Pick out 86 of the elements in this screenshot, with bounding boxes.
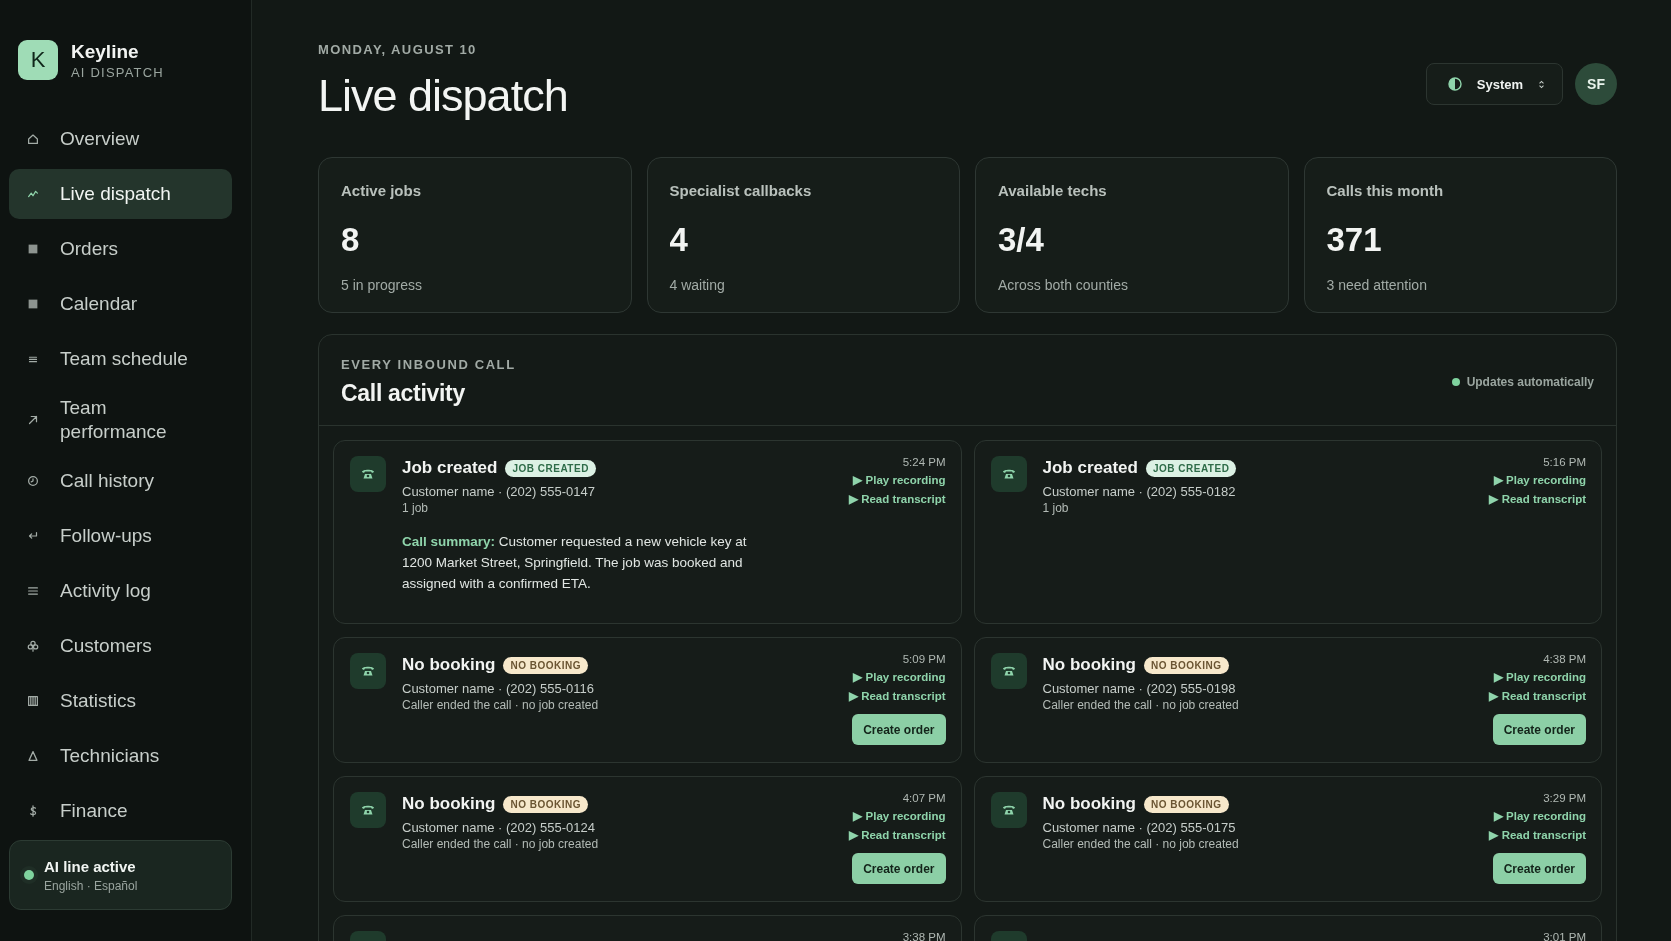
caller-line: Customer name · (202) 555-0116 [402,681,595,696]
call-title: Job created [402,458,498,478]
call-detail: Caller ended the call · no job created [402,698,600,712]
nav-item[interactable]: Call history [9,456,232,506]
caller-line: Customer name · (202) 555-0182 [1042,484,1237,499]
create-order-button[interactable]: Create order [1492,853,1586,884]
logo-tile: K [18,40,58,80]
create-order-button[interactable]: Create order [1492,714,1586,745]
action-link[interactable]: ▶ Play recording [1493,809,1586,823]
stat-value: 371 [1326,221,1383,259]
action-link[interactable]: ▶ Read transcript [1489,492,1586,506]
stat-note: Across both counties [998,277,1129,293]
section-eyebrow: EVERY INBOUND CALL [341,357,516,372]
call-time: 3:01 PM [1543,931,1586,941]
caller-line: Customer name · (202) 555-0198 [1042,681,1237,696]
create-order-button[interactable]: Create order [852,714,946,745]
action-link[interactable]: ▶ Read transcript [848,828,946,842]
call-time: 5:09 PM [902,653,946,665]
section-title: Call activity [341,380,466,407]
call-summary: Call summary: Customer requested a new vehicle key at 1200 Market Street, Springfield. The job was booked and assigned with a confirmed ETA. [402,533,748,593]
nav-item[interactable]: Orders [9,224,232,274]
call-detail: Caller ended the call · no job created [1042,837,1240,851]
stat-label: Calls this month [1326,182,1445,199]
call-time: 3:38 PM [902,931,946,941]
stat-label: Specialist callbacks [669,182,813,199]
caller-line: Customer name · (202) 555-0175 [1042,820,1237,835]
stat-value: 8 [341,221,361,259]
nav-item[interactable]: Follow-ups [9,511,232,561]
live-note: Updates automatically [1466,375,1594,389]
stat-note: 4 waiting [669,277,726,293]
nav-item[interactable]: Customers [9,621,232,671]
call-title: No booking [402,794,496,814]
create-order-button[interactable]: Create order [852,853,946,884]
action-link[interactable]: ▶ Play recording [1493,670,1586,684]
call-time: 4:07 PM [902,792,946,804]
action-link[interactable]: ▶ Read transcript [848,492,946,506]
status-badge: NO BOOKING [503,656,589,674]
call-detail: Caller ended the call · no job created [1042,698,1240,712]
nav-item[interactable]: Live dispatch [9,169,232,219]
nav-item[interactable]: Technicians [9,731,232,781]
action-link[interactable]: ▶ Read transcript [1489,828,1586,842]
status-languages: English · Español [44,878,138,893]
stat-value: 4 [669,221,689,259]
call-time: 5:24 PM [902,456,946,468]
nav-item[interactable]: Team performance [9,389,232,451]
call-title: Job created [1042,458,1138,478]
action-link[interactable]: ▶ Play recording [1493,473,1586,487]
caller-line: Customer name · (202) 555-0124 [402,820,596,835]
status-badge: NO BOOKING [1144,795,1229,813]
caller-line: Customer name · (202) 555-0147 [402,484,596,499]
call-time: 5:16 PM [1543,456,1586,468]
status-badge: JOB CREATED [505,459,596,477]
status-badge: NO BOOKING [503,795,589,813]
stat-note: 5 in progress [341,277,423,293]
action-link[interactable]: ▶ Play recording [853,670,946,684]
stat-label: Active jobs [341,182,423,199]
date-label: MONDAY, AUGUST 10 [318,42,478,57]
call-detail: 1 job [402,501,430,515]
call-title: No booking [1042,794,1136,814]
page-title: Live dispatch [318,69,568,123]
action-link[interactable]: ▶ Read transcript [1489,689,1586,703]
action-link[interactable]: ▶ Play recording [853,809,946,823]
brand-tagline: AI DISPATCH [71,64,164,80]
theme-select[interactable]: System [1425,63,1563,105]
call-detail: 1 job [1042,501,1070,515]
nav-item[interactable]: Statistics [9,676,232,726]
nav-item[interactable]: Activity log [9,566,232,616]
call-title: No booking [1042,655,1136,675]
call-time: 3:29 PM [1543,792,1586,804]
nav-item[interactable]: Calendar [9,279,232,329]
call-title: No booking [402,655,496,675]
action-link[interactable]: ▶ Read transcript [848,689,946,703]
action-link[interactable]: ▶ Play recording [853,473,946,487]
call-detail: Caller ended the call · no job created [402,837,600,851]
status-title: AI line active [44,857,137,875]
nav-item[interactable]: Overview [9,114,232,164]
user-avatar[interactable]: SF [1575,63,1617,105]
stat-note: 3 need attention [1326,277,1428,293]
status-badge: NO BOOKING [1144,656,1229,674]
call-time: 4:38 PM [1543,653,1586,665]
nav-item[interactable]: Team schedule [9,334,232,384]
nav-item[interactable]: Finance [9,786,232,836]
status-badge: JOB CREATED [1145,459,1237,477]
stat-value: 3/4 [998,221,1045,259]
stat-label: Available techs [998,182,1108,199]
brand-name: Keyline [71,40,140,63]
